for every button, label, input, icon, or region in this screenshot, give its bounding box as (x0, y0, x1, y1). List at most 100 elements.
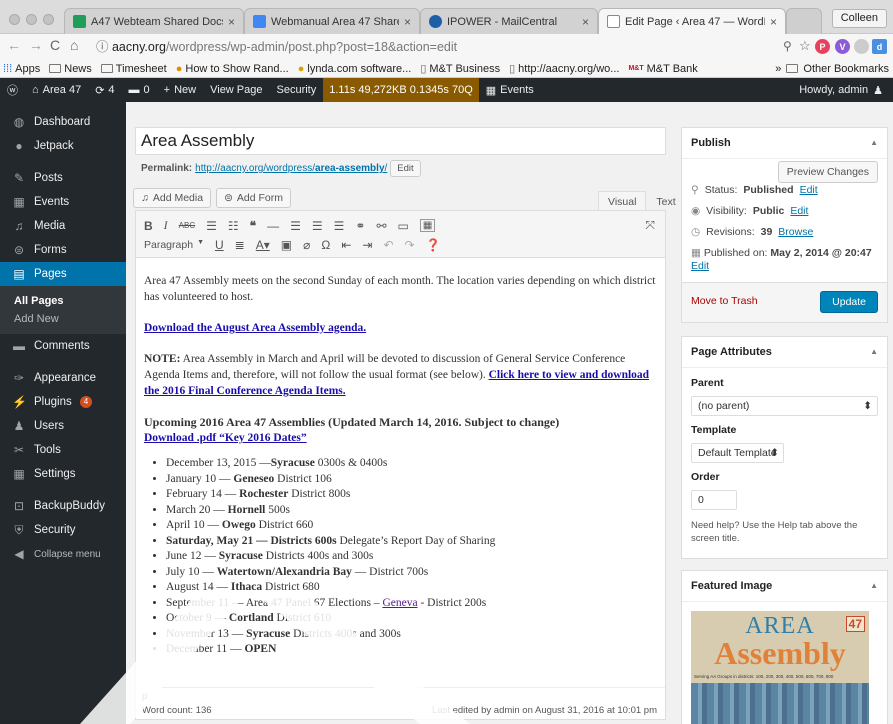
updates-link[interactable]: ⟳ 4 (88, 78, 121, 102)
align-center-icon[interactable]: ☰ (312, 219, 323, 233)
edit-permalink-button[interactable]: Edit (390, 160, 421, 177)
address-bar[interactable]: ⓘ aacny.org/wordpress/wp-admin/post.php?… (96, 37, 786, 57)
sidebar-item-security[interactable]: ⛨ Security (0, 518, 126, 542)
bookmark-show-rand[interactable]: ● How to Show Rand... (176, 63, 289, 75)
new-tab-button[interactable] (786, 8, 822, 34)
preview-changes-button[interactable]: Preview Changes (777, 161, 878, 183)
bookmark-news[interactable]: News (49, 63, 92, 75)
sidebar-item-backupbuddy[interactable]: ⊡ BackupBuddy (0, 494, 126, 518)
page-attributes-header[interactable]: Page Attributes ▲ (682, 337, 887, 368)
sidebar-item-plugins[interactable]: ⚡ Plugins 4 (0, 390, 126, 414)
update-button[interactable]: Update (820, 291, 878, 313)
italic-icon[interactable]: I (164, 218, 168, 233)
collapse-menu[interactable]: ◀ Collapse menu (0, 542, 126, 566)
link-icon[interactable]: ⚭ (355, 219, 365, 233)
sidebar-item-events[interactable]: ▦ Events (0, 190, 126, 214)
sidebar-item-comments[interactable]: ▬ Comments (0, 334, 126, 358)
order-input[interactable]: 0 (691, 490, 737, 510)
close-icon[interactable]: × (582, 15, 589, 29)
browser-tab-1[interactable]: A47 Webteam Shared Docs - × (64, 8, 244, 34)
other-bookmarks[interactable]: » Other Bookmarks (775, 63, 889, 75)
indent-icon[interactable]: ⇥ (362, 238, 372, 252)
sidebar-item-users[interactable]: ♟ Users (0, 414, 126, 438)
new-content-link[interactable]: + New (157, 78, 203, 102)
browser-tab-3[interactable]: IPOWER - MailCentral × (420, 8, 598, 34)
browse-revisions-link[interactable]: Browse (778, 226, 813, 238)
query-monitor[interactable]: 1.11s 49,272KB 0.1345s 70Q (323, 78, 479, 102)
extension-icon[interactable] (854, 39, 869, 54)
browser-tab-2[interactable]: Webmanual Area 47 Shared D × (244, 8, 420, 34)
clear-format-icon[interactable]: ⌀ (303, 238, 310, 252)
featured-image[interactable]: AREA Assembly 47 Serving AA Groups in di… (691, 611, 869, 724)
featured-image-header[interactable]: Featured Image ▲ (682, 571, 887, 602)
submenu-add-new[interactable]: Add New (0, 310, 126, 328)
unlink-icon[interactable]: ⚯ (376, 219, 386, 233)
sidebar-item-settings[interactable]: ▦ Settings (0, 462, 126, 486)
move-to-trash-link[interactable]: Move to Trash (691, 295, 758, 307)
editor-content[interactable]: Area 47 Assembly meets on the second Sun… (136, 259, 665, 689)
paste-text-icon[interactable]: ▣ (281, 238, 292, 252)
template-select[interactable]: Default Template ⬍ (691, 443, 784, 463)
bullet-list-icon[interactable]: ☰ (206, 219, 217, 233)
toggle-icon[interactable]: ▲ (870, 138, 878, 147)
security-link[interactable]: Security (270, 78, 324, 102)
permalink-link[interactable]: http://aacny.org/wordpress/area-assembly… (195, 163, 387, 174)
add-form-button[interactable]: ⊜ Add Form (216, 188, 291, 208)
edit-visibility-link[interactable]: Edit (790, 205, 808, 217)
toggle-icon[interactable]: ▲ (870, 347, 878, 356)
location-link[interactable]: Geneva (382, 597, 417, 609)
info-icon[interactable]: ⓘ (96, 40, 112, 54)
bold-icon[interactable]: B (144, 219, 153, 233)
bookmark-lynda[interactable]: ● lynda.com software... (298, 63, 412, 75)
horizontal-line-icon[interactable]: — (267, 219, 279, 233)
parent-select[interactable]: (no parent) ⬍ (691, 396, 878, 416)
zoom-icon[interactable]: ⚲ (783, 39, 792, 53)
toggle-icon[interactable]: ▲ (870, 581, 878, 590)
sidebar-item-jetpack[interactable]: ● Jetpack (0, 134, 126, 158)
align-right-icon[interactable]: ☰ (334, 219, 345, 233)
reload-icon[interactable]: C (50, 37, 60, 53)
forward-icon[interactable]: → (29, 37, 43, 53)
close-icon[interactable]: × (228, 15, 235, 29)
back-icon[interactable]: ← (7, 37, 21, 53)
special-char-icon[interactable]: Ω (321, 238, 330, 252)
outdent-icon[interactable]: ⇤ (341, 238, 351, 252)
sidebar-item-dashboard[interactable]: ◍ Dashboard (0, 110, 126, 134)
bookmark-timesheet[interactable]: Timesheet (100, 63, 167, 75)
sidebar-item-posts[interactable]: ✎ Posts (0, 166, 126, 190)
add-media-button[interactable]: ♫ Add Media (133, 188, 212, 208)
numbered-list-icon[interactable]: ☷ (228, 219, 239, 233)
help-icon[interactable]: ❓ (426, 238, 441, 252)
sidebar-item-tools[interactable]: ✂ Tools (0, 438, 126, 462)
edit-date-link[interactable]: Edit (691, 260, 709, 272)
sidebar-item-forms[interactable]: ⊜ Forms (0, 238, 126, 262)
align-left-icon[interactable]: ☰ (290, 219, 301, 233)
extension-icon[interactable]: d (872, 39, 887, 54)
my-account[interactable]: Howdy, admin ♟ (799, 84, 893, 97)
bookmark-aacny[interactable]: ▯ http://aacny.org/wo... (509, 62, 619, 76)
post-title-input[interactable]: Area Assembly (135, 127, 666, 155)
bookmark-mt-business[interactable]: ▯ M&T Business (420, 62, 500, 76)
sidebar-item-pages[interactable]: ▤ Pages (0, 262, 126, 286)
events-link[interactable]: ▦ Events (479, 78, 541, 102)
close-icon[interactable]: × (770, 15, 777, 29)
format-select[interactable]: Paragraph ▼ (144, 239, 204, 251)
redo-icon[interactable]: ↷ (405, 238, 415, 252)
key-dates-link[interactable]: Download .pdf “Key 2016 Dates” (144, 432, 307, 444)
view-page-link[interactable]: View Page (203, 78, 269, 102)
more-bookmarks-chevron[interactable]: » (775, 63, 781, 75)
fullscreen-icon[interactable]: ⤧ (645, 218, 655, 233)
text-color-icon[interactable]: A▾ (256, 238, 270, 252)
sidebar-item-media[interactable]: ♫ Media (0, 214, 126, 238)
underline-icon[interactable]: U (215, 238, 224, 252)
toolbar-toggle-icon[interactable]: ▦ (419, 219, 436, 232)
profile-button[interactable]: Colleen (831, 9, 887, 28)
publish-box-header[interactable]: Publish ▲ (682, 128, 887, 159)
blockquote-icon[interactable]: ❝ (250, 219, 256, 233)
star-icon[interactable]: ☆ (799, 38, 811, 54)
pinterest-icon[interactable]: P (815, 39, 830, 54)
home-icon[interactable]: ⌂ (70, 37, 78, 53)
close-icon[interactable]: × (404, 15, 411, 29)
wp-logo[interactable]: ⓦ (0, 78, 25, 102)
edit-status-link[interactable]: Edit (800, 184, 818, 196)
